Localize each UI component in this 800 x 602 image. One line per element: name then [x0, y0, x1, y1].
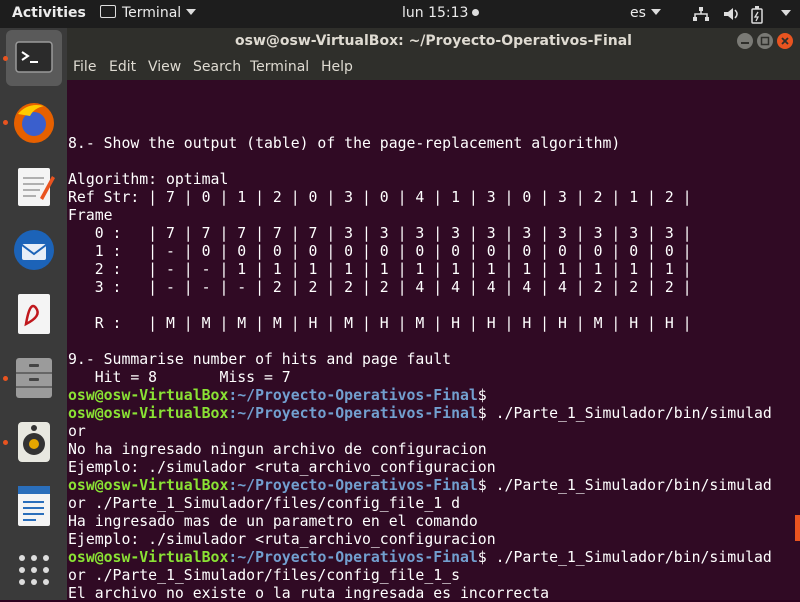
terminal-line: or — [68, 423, 86, 440]
terminal-line: Ref Str: | 7 | 0 | 1 | 2 | 0 | 3 | 0 | 4… — [68, 189, 692, 206]
clock[interactable]: lun 15:13 — [402, 5, 480, 21]
minimize-icon — [741, 42, 749, 44]
terminal-output: 8.- Show the output (table) of the page-… — [68, 117, 772, 600]
terminal-line: No ha ingresado ningun archivo de config… — [68, 441, 487, 458]
command-text: ./Parte_1_Simulador/bin/simulad — [486, 405, 772, 422]
terminal-line: 1 : | - | 0 | 0 | 0 | 0 | 0 | 0 | 0 | 0 … — [68, 243, 692, 260]
dock-firefox[interactable] — [3, 94, 62, 150]
prompt-user: osw@osw-VirtualBox — [68, 477, 229, 494]
rhythmbox-icon — [18, 422, 50, 462]
terminal-line: or ./Parte_1_Simulador/files/config_file… — [68, 495, 460, 512]
terminal-line: or ./Parte_1_Simulador/files/config_file… — [68, 567, 460, 584]
terminal-line: Ejemplo: ./simulador <ruta_archivo_confi… — [68, 531, 496, 548]
dock-libreoffice-writer[interactable] — [6, 478, 62, 534]
maximize-button[interactable] — [757, 33, 773, 49]
terminal-prompt-line: osw@osw-VirtualBox:~/Proyecto-Operativos… — [68, 387, 772, 405]
terminal-line: Frame — [68, 207, 113, 224]
prompt-symbol: $ — [477, 387, 487, 404]
text-editor-icon — [18, 168, 55, 206]
language-label: es — [630, 5, 646, 21]
language-selector[interactable]: es — [630, 5, 661, 21]
dock-terminal[interactable] — [3, 30, 62, 86]
dock-files[interactable] — [3, 350, 62, 406]
dock — [0, 28, 67, 600]
menu-search[interactable]: Search — [193, 59, 241, 75]
running-indicator — [3, 120, 8, 125]
terminal-line: 0 : | 7 | 7 | 7 | 7 | 7 | 3 | 3 | 3 | 3 … — [68, 225, 692, 242]
close-icon — [781, 37, 789, 45]
network-icon[interactable] — [692, 6, 710, 22]
menu-help[interactable]: Help — [321, 59, 353, 75]
terminal-line: Ha ingresado mas de un parametro en el c… — [68, 513, 478, 530]
libreoffice-writer-icon — [18, 486, 50, 526]
chevron-down-icon — [650, 9, 661, 15]
minimize-button[interactable] — [737, 33, 753, 49]
app-menu-label: Terminal — [122, 5, 182, 21]
terminal-line: 8.- Show the output (table) of the page-… — [68, 135, 621, 152]
terminal-line: Ejemplo: ./simulador <ruta_archivo_confi… — [68, 459, 496, 476]
prompt-path: :~/Proyecto-Operativos-Final — [228, 405, 478, 422]
terminal-line: Hit = 8 Miss = 7 — [68, 369, 291, 386]
battery-icon[interactable] — [750, 6, 764, 24]
dock-rhythmbox[interactable] — [3, 414, 62, 470]
maximize-icon — [760, 36, 770, 46]
prompt-user: osw@osw-VirtualBox — [68, 405, 229, 422]
window-title: osw@osw-VirtualBox: ~/Proyecto-Operativo… — [235, 33, 632, 49]
show-applications-button[interactable] — [6, 542, 62, 598]
running-indicator — [3, 440, 8, 445]
menu-file[interactable]: File — [73, 59, 96, 75]
activities-button[interactable]: Activities — [12, 5, 86, 21]
top-bar: Activities Terminal lun 15:13 es — [0, 0, 800, 28]
terminal-prompt-line: osw@osw-VirtualBox:~/Proyecto-Operativos… — [68, 405, 772, 423]
notification-dot-icon — [472, 9, 480, 16]
prompt-symbol: $ — [477, 405, 487, 422]
running-indicator — [3, 56, 8, 61]
command-text: ./Parte_1_Simulador/bin/simulad — [486, 477, 772, 494]
running-indicator — [3, 376, 8, 381]
window-titlebar[interactable]: osw@osw-VirtualBox: ~/Proyecto-Operativo… — [67, 28, 800, 54]
terminal-line: 2 : | - | - | 1 | 1 | 1 | 1 | 1 | 1 | 1 … — [68, 261, 692, 278]
terminal-area[interactable]: 8.- Show the output (table) of the page-… — [67, 80, 800, 600]
grid-icon — [19, 555, 49, 585]
prompt-path: :~/Proyecto-Operativos-Final — [228, 477, 478, 494]
close-button[interactable] — [777, 33, 793, 49]
files-icon — [16, 358, 52, 398]
dock-thunderbird[interactable] — [6, 222, 62, 278]
chevron-down-icon — [186, 9, 197, 15]
terminal-prompt-line: osw@osw-VirtualBox:~/Proyecto-Operativos… — [68, 477, 772, 495]
system-menu-chevron-icon[interactable] — [781, 10, 791, 16]
prompt-symbol: $ — [477, 549, 487, 566]
clock-label: lun 15:13 — [402, 5, 469, 21]
document-viewer-icon — [18, 294, 50, 334]
dock-document-viewer[interactable] — [6, 286, 62, 342]
prompt-user: osw@osw-VirtualBox — [68, 549, 229, 566]
terminal-line: 3 : | - | - | - | 2 | 2 | 2 | 2 | 4 | 4 … — [68, 279, 692, 296]
terminal-icon — [100, 5, 116, 18]
terminal-line: El archivo no existe o la ruta ingresada… — [68, 585, 550, 600]
terminal-line: 9.- Summarise number of hits and page fa… — [68, 351, 452, 368]
prompt-path: :~/Proyecto-Operativos-Final — [228, 387, 478, 404]
menu-terminal[interactable]: Terminal — [250, 59, 309, 75]
terminal-icon — [15, 41, 53, 73]
thunderbird-icon — [14, 230, 54, 270]
command-text: ./Parte_1_Simulador/bin/simulad — [486, 549, 772, 566]
volume-icon[interactable] — [722, 6, 740, 22]
app-menu-button[interactable]: Terminal — [100, 5, 197, 21]
terminal-line: R : | M | M | M | M | H | M | H | M | H … — [68, 315, 692, 332]
dock-text-editor[interactable] — [6, 158, 62, 214]
prompt-symbol: $ — [477, 477, 487, 494]
menu-view[interactable]: View — [148, 59, 181, 75]
menu-edit[interactable]: Edit — [109, 59, 136, 75]
terminal-prompt-line: osw@osw-VirtualBox:~/Proyecto-Operativos… — [68, 549, 772, 567]
prompt-user: osw@osw-VirtualBox — [68, 387, 229, 404]
menu-bar: File Edit View Search Terminal Help — [67, 54, 800, 80]
firefox-icon — [14, 103, 54, 143]
prompt-path: :~/Proyecto-Operativos-Final — [228, 549, 478, 566]
terminal-line: Algorithm: optimal — [68, 171, 229, 188]
scrollbar-thumb[interactable] — [795, 515, 800, 541]
